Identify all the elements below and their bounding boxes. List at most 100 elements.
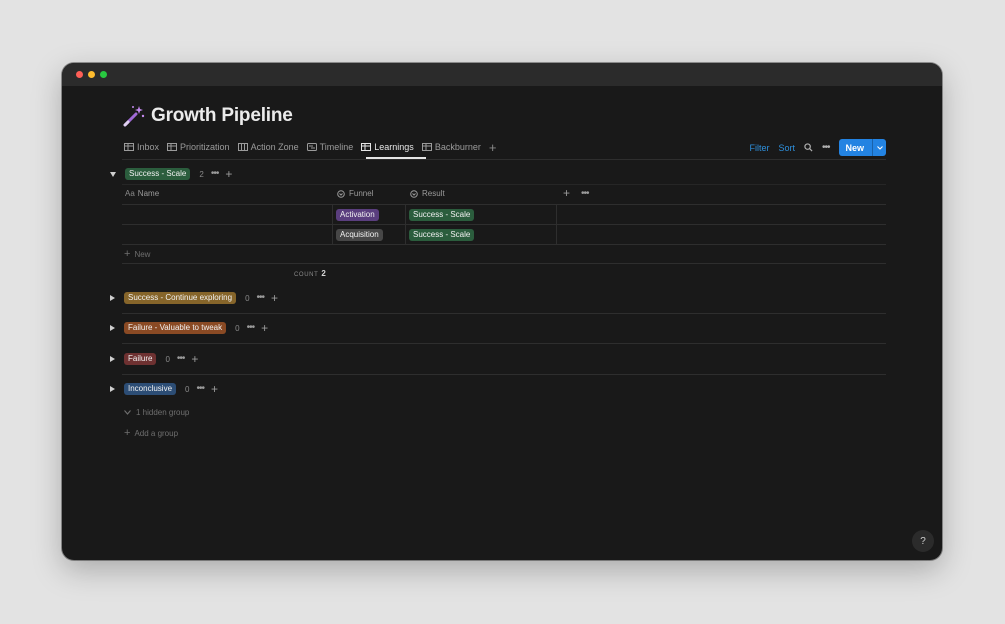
toggle-triangle-icon[interactable]	[110, 386, 115, 392]
toggle-triangle-icon[interactable]	[110, 295, 115, 301]
help-button[interactable]: ?	[912, 530, 934, 552]
table-row[interactable]	[122, 205, 886, 224]
window-titlebar	[62, 63, 942, 86]
column-header-name[interactable]: Aa Name	[125, 189, 159, 198]
select-property-icon	[410, 189, 418, 198]
add-item-plus-icon[interactable]: +	[225, 168, 232, 180]
more-options-icon[interactable]: •••	[211, 169, 219, 179]
tab-learnings[interactable]: Learnings	[361, 142, 414, 152]
column-header-funnel[interactable]: Funnel	[337, 189, 373, 198]
more-options-icon[interactable]: •••	[196, 384, 204, 394]
column-divider	[556, 204, 557, 244]
plus-icon: +	[124, 248, 131, 260]
group-divider	[122, 343, 886, 344]
filter-button[interactable]: Filter	[749, 143, 769, 153]
tab-label: Backburner	[434, 142, 481, 152]
group-count: 0	[185, 384, 190, 394]
add-item-plus-icon[interactable]: +	[271, 292, 278, 304]
tab-label: Timeline	[319, 142, 354, 152]
table-icon	[124, 143, 134, 151]
add-item-plus-icon[interactable]: +	[211, 383, 218, 395]
column-header-result[interactable]: Result	[410, 189, 445, 198]
new-row-label: New	[134, 249, 151, 259]
group-label: Success - Continue exploring	[124, 292, 237, 304]
column-title: Funnel	[349, 189, 374, 198]
more-options-icon[interactable]: •••	[822, 142, 830, 153]
add-item-plus-icon[interactable]: +	[191, 353, 198, 365]
group-label: Success - Scale	[125, 168, 191, 180]
funnel-tag[interactable]: Activation	[336, 209, 379, 221]
table-top-border	[122, 184, 886, 185]
view-toolbar: Filter Sort ••• New	[749, 139, 886, 156]
toggle-triangle-icon[interactable]	[110, 171, 116, 177]
group-header-failure[interactable]: Failure 0 ••• +	[110, 352, 198, 366]
page-header: Growth Pipeline	[122, 104, 293, 128]
page-title: Growth Pipeline	[151, 105, 293, 126]
count-summary[interactable]: COUNT 2	[294, 269, 326, 278]
count-label: COUNT	[294, 272, 319, 278]
tab-inbox[interactable]: Inbox	[124, 142, 159, 152]
more-options-icon[interactable]: •••	[177, 354, 185, 364]
group-count: 0	[165, 354, 170, 364]
group-count: 0	[245, 293, 250, 303]
table-icon	[421, 143, 432, 151]
toggle-triangle-icon[interactable]	[110, 325, 115, 331]
row-divider	[122, 263, 886, 264]
tab-timeline[interactable]: Timeline	[306, 142, 354, 152]
view-tabs: Inbox Prioritization Action Zone Timelin…	[124, 139, 504, 155]
group-header-success-continue-exploring[interactable]: Success - Continue exploring 0 ••• +	[110, 291, 278, 305]
add-view-plus-icon[interactable]: +	[489, 140, 497, 155]
new-button-label: New	[839, 139, 873, 156]
tab-label: Learnings	[374, 142, 414, 152]
table-row[interactable]	[122, 225, 886, 244]
add-group-label: Add a group	[134, 428, 179, 438]
table-icon	[361, 143, 372, 151]
new-button[interactable]: New	[839, 139, 886, 156]
toggle-triangle-icon[interactable]	[110, 356, 115, 362]
chevron-down-icon[interactable]	[873, 145, 886, 150]
row-divider	[122, 244, 886, 245]
column-divider	[332, 204, 333, 244]
tab-prioritization[interactable]: Prioritization	[167, 142, 230, 152]
group-header-failure-valuable-to-tweak[interactable]: Failure - Valuable to tweak 0 ••• +	[110, 321, 268, 335]
group-header-inconclusive[interactable]: Inconclusive 0 ••• +	[110, 382, 218, 396]
hidden-groups-label: 1 hidden group	[136, 408, 190, 417]
column-divider	[405, 204, 406, 244]
new-row-button[interactable]: + New	[124, 248, 150, 260]
add-item-plus-icon[interactable]: +	[261, 322, 268, 334]
group-label: Inconclusive	[124, 383, 177, 395]
column-title: Result	[422, 189, 445, 198]
chevron-down-icon	[124, 410, 131, 415]
sort-button[interactable]: Sort	[778, 143, 795, 153]
tab-backburner[interactable]: Backburner	[421, 142, 481, 152]
minimize-window-button[interactable]	[88, 71, 95, 78]
tab-label: Prioritization	[180, 142, 230, 152]
more-options-icon[interactable]: •••	[581, 188, 589, 199]
table-icon	[167, 143, 178, 151]
result-tag[interactable]: Success - Scale	[409, 229, 475, 241]
more-options-icon[interactable]: •••	[257, 293, 265, 303]
group-label: Failure - Valuable to tweak	[124, 322, 227, 334]
timeline-icon	[306, 143, 317, 151]
tab-label: Action Zone	[250, 142, 299, 152]
hidden-groups-toggle[interactable]: 1 hidden group	[124, 408, 189, 417]
count-value: 2	[321, 269, 326, 278]
magic-wand-icon	[123, 106, 145, 127]
add-property-plus-icon[interactable]: +	[563, 186, 570, 200]
result-tag[interactable]: Success - Scale	[409, 209, 475, 221]
group-header-success-scale[interactable]: Success - Scale 2 ••• +	[110, 167, 232, 181]
tab-label: Inbox	[137, 142, 160, 152]
column-title: Name	[137, 189, 160, 198]
maximize-window-button[interactable]	[100, 71, 107, 78]
more-options-icon[interactable]: •••	[247, 323, 255, 333]
close-window-button[interactable]	[76, 71, 83, 78]
group-label: Failure	[124, 353, 157, 365]
app-window: Growth Pipeline Inbox Prioritization Act…	[62, 63, 942, 560]
select-property-icon	[337, 189, 345, 198]
funnel-tag[interactable]: Acquisition	[336, 229, 383, 241]
add-group-button[interactable]: + Add a group	[124, 427, 178, 439]
text-property-icon: Aa	[125, 189, 135, 198]
group-count: 0	[235, 323, 240, 333]
tab-action-zone[interactable]: Action Zone	[237, 142, 299, 152]
search-icon[interactable]	[804, 143, 813, 152]
